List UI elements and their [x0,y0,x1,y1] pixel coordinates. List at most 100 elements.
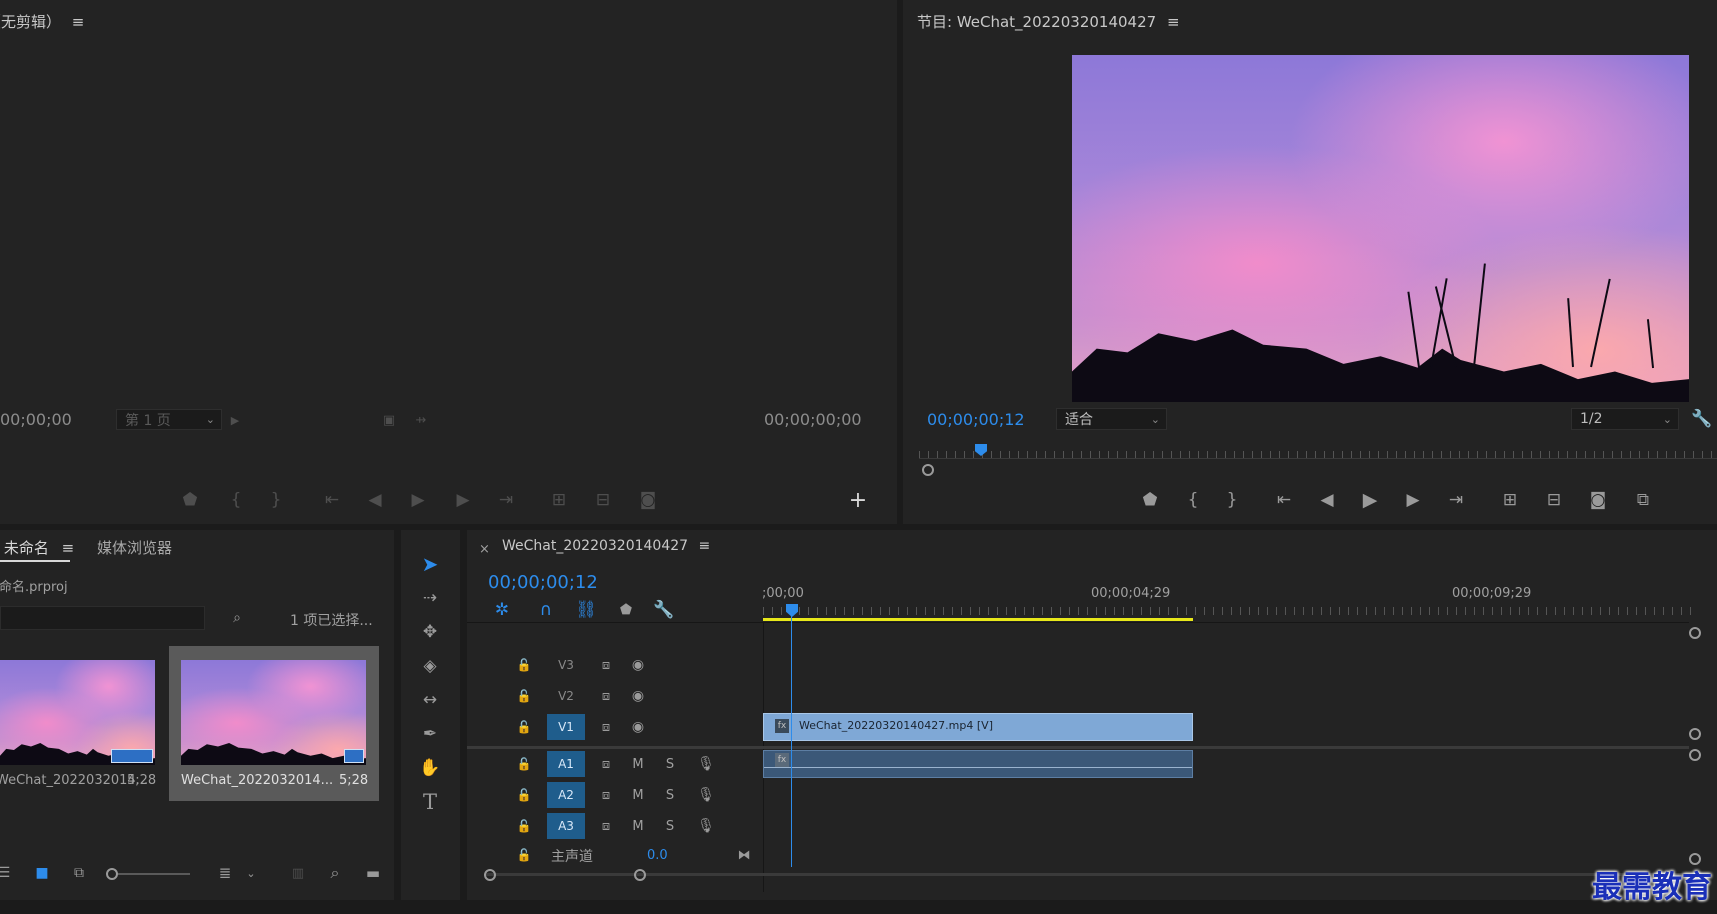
source-page-select[interactable]: 第 1 页 ⌄ [116,409,222,430]
resolution-select[interactable]: 1/2 ⌄ [1571,408,1679,430]
source-monitor-title[interactable]: （无剪辑） ≡ [0,11,84,32]
insert-icon[interactable]: ⇸ [410,410,432,430]
hand-tool-icon[interactable]: ✋ [417,755,443,781]
track-label-a3[interactable]: A3 [547,813,585,839]
search-icon[interactable]: ⌕ [325,863,345,883]
track-label-v1[interactable]: V1 [547,714,585,740]
drop-face-icon[interactable]: ▣ [380,410,398,430]
slip-tool-icon[interactable]: ↔ [417,687,443,713]
video-audio-divider[interactable] [467,746,1689,749]
pen-tool-icon[interactable]: ✒ [417,721,443,747]
solo-button[interactable]: S [661,784,679,806]
lock-icon[interactable]: 🔓 [515,844,533,866]
type-tool-icon[interactable]: T [417,789,443,815]
go-to-out-icon[interactable]: ⇥ [1444,488,1468,512]
selection-tool-icon[interactable]: ➤ [417,551,443,577]
microphone-icon[interactable]: 🎙 [697,815,715,837]
program-monitor-title[interactable]: 节目: WeChat_20220320140427 ≡ [917,11,1180,32]
panel-menu-icon[interactable]: ≡ [72,13,85,31]
mute-button[interactable]: M [627,784,649,806]
mark-in-icon[interactable]: { [226,489,246,511]
sync-lock-icon[interactable]: ⧈ [595,685,617,707]
lock-icon[interactable]: 🔓 [515,685,533,707]
mute-button[interactable]: M [627,753,649,775]
scroll-knob-video[interactable] [1689,728,1701,740]
lock-icon[interactable]: 🔓 [515,784,533,806]
track-select-tool-icon[interactable]: ⇢ [417,585,443,611]
program-timecode[interactable]: 00;00;00;12 [927,410,1025,429]
scroll-left-knob[interactable] [484,869,496,881]
scroll-knob-top[interactable] [1689,627,1701,639]
project-item-selected[interactable]: WeChat_2022032014... 5;28 [169,646,379,801]
step-forward-icon[interactable]: ▶ [452,489,474,511]
sync-lock-icon[interactable]: ⧈ [595,716,617,738]
camera-icon[interactable]: ◙ [1586,488,1610,512]
fit-select[interactable]: 适合 ⌄ [1056,408,1167,430]
play-icon[interactable]: ▶ [1358,488,1382,512]
mark-in-icon[interactable]: { [1183,488,1203,512]
panel-menu-icon[interactable]: ≡ [62,539,75,557]
insert-clip-icon[interactable]: ⊞ [546,489,572,511]
mark-out-icon[interactable]: } [266,489,286,511]
timeline-horizontal-scrollbar[interactable] [485,873,1710,876]
linked-selection-icon[interactable]: ⛓ [575,599,597,621]
track-label-v2[interactable]: V2 [547,683,585,709]
ripple-edit-tool-icon[interactable]: ✥ [417,619,443,645]
automate-icon[interactable]: ▥ [287,863,309,883]
scroll-knob-audio[interactable] [1689,749,1701,761]
camera-icon[interactable]: ◙ [636,489,660,511]
razor-tool-icon[interactable]: ◈ [417,653,443,679]
panel-menu-icon[interactable]: ≡ [699,538,711,554]
lift-icon[interactable]: ⊞ [1497,488,1523,512]
step-back-icon[interactable]: ◀ [1316,488,1338,512]
track-label-a1[interactable]: A1 [547,751,585,777]
freeform-view-icon[interactable]: ⧉ [68,863,90,883]
mark-out-icon[interactable]: } [1222,488,1242,512]
microphone-icon[interactable]: 🎙 [697,784,715,806]
sort-icon[interactable]: ≣ [214,863,236,883]
marker-icon[interactable]: ⬟ [1140,488,1160,512]
panel-menu-icon[interactable]: ≡ [1167,13,1180,31]
eye-icon[interactable]: ◉ [627,685,649,707]
step-forward-icon[interactable]: ▶ [1402,488,1424,512]
close-sequence-icon[interactable]: × [479,542,490,557]
media-browser-tab[interactable]: 媒体浏览器 [97,537,172,558]
sync-lock-icon[interactable]: ⧈ [595,815,617,837]
source-timecode-current[interactable]: 00;00;00 [0,410,72,429]
timeline-timecode[interactable]: 00;00;00;12 [488,572,598,593]
timeline-time-ruler[interactable] [763,607,1693,615]
zoom-slider-track[interactable] [118,873,190,875]
work-area-bar[interactable] [763,618,1193,621]
new-bin-icon[interactable]: ▬ [362,863,384,883]
sequence-tab[interactable]: WeChat_20220320140427 ≡ [502,538,710,554]
lock-icon[interactable]: 🔓 [515,753,533,775]
add-button-icon[interactable]: + [846,488,870,513]
snap-magnet-icon[interactable]: ∩ [535,599,557,621]
marker-icon[interactable]: ⬟ [180,489,200,511]
mute-button[interactable]: M [627,815,649,837]
timeline-settings-wrench-icon[interactable]: 🔧 [653,599,675,621]
program-video-frame[interactable] [1072,55,1689,402]
lock-icon[interactable]: 🔓 [515,654,533,676]
track-label-v3[interactable]: V3 [547,652,585,678]
audio-clip[interactable]: fx [763,750,1193,778]
zoom-knob[interactable] [922,464,934,476]
chevron-down-icon[interactable]: ⌄ [244,863,258,883]
lock-icon[interactable]: 🔓 [515,716,533,738]
sync-lock-icon[interactable]: ⧈ [595,654,617,676]
project-item[interactable]: WeChat_2022032014... 5;28 [0,646,168,801]
play-icon[interactable]: ▶ [406,489,430,511]
lock-icon[interactable]: 🔓 [515,815,533,837]
wrench-icon[interactable]: 🔧 [1691,408,1713,430]
compare-view-icon[interactable]: ⧉ [1630,488,1656,512]
extract-icon[interactable]: ⊟ [1541,488,1567,512]
go-to-in-icon[interactable]: ⇤ [1272,488,1296,512]
go-to-out-icon[interactable]: ⇥ [494,489,518,511]
track-label-a2[interactable]: A2 [547,782,585,808]
list-view-icon[interactable]: ☰ [0,863,14,883]
step-back-icon[interactable]: ◀ [364,489,386,511]
icon-view-icon[interactable]: ■ [32,863,52,883]
eye-icon[interactable]: ◉ [627,654,649,676]
solo-button[interactable]: S [661,815,679,837]
zoom-slider-knob[interactable] [106,868,118,880]
